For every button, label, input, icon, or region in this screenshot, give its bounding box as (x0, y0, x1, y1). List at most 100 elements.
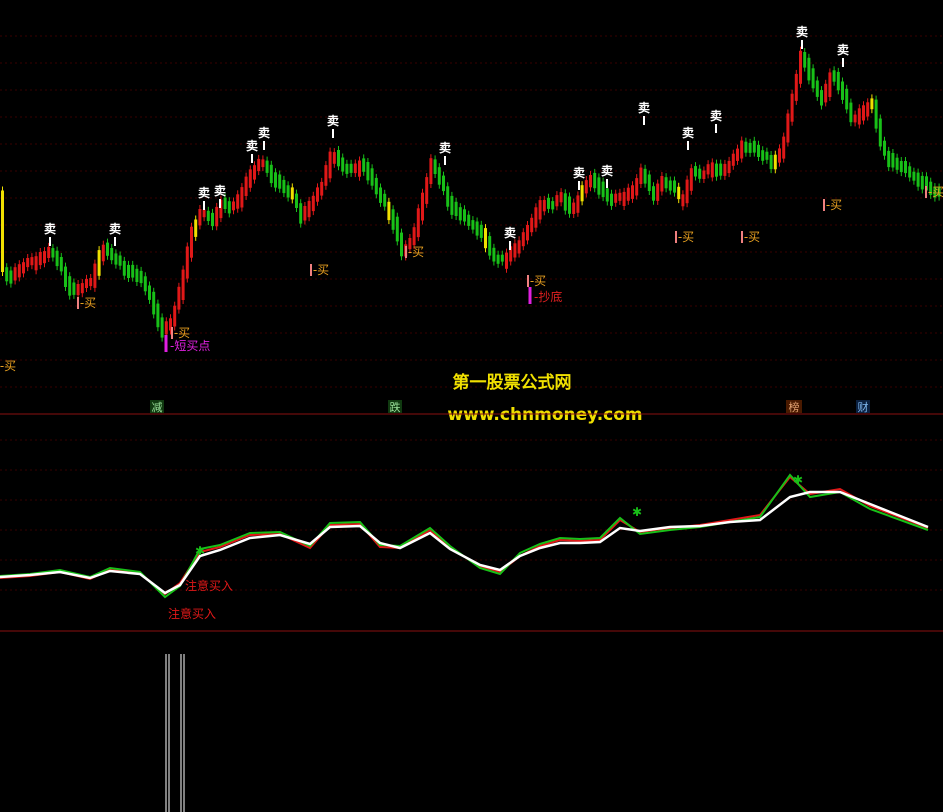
candle-body-125 (526, 225, 529, 241)
candle-body-90 (379, 187, 382, 203)
candle-body-65 (274, 172, 277, 188)
candle-body-120 (505, 252, 508, 269)
watermark-title: 第一股票公式网 (453, 372, 572, 393)
candle-body-170 (715, 163, 718, 177)
candle-body-116 (488, 236, 492, 256)
candle-body-207 (870, 98, 874, 110)
buy-signal-9: -买 (928, 185, 943, 199)
candle-body-3 (13, 267, 17, 281)
candle-body-103 (433, 159, 437, 174)
candle-body-108 (454, 201, 458, 216)
candle-body-201 (845, 88, 849, 110)
candle-body-137 (576, 195, 580, 213)
annotation-buy-1: 注意买入 (185, 578, 233, 593)
candle-body-44 (185, 246, 189, 279)
candle-body-48 (202, 209, 206, 218)
candle-body-140 (589, 175, 592, 188)
candle-body-14 (59, 257, 63, 272)
candle-body-195 (820, 90, 823, 106)
candle-body-61 (257, 158, 261, 172)
candle-body-53 (223, 197, 227, 209)
buy-signal-7: -买 (744, 230, 760, 244)
candle-body-18 (76, 284, 80, 296)
candle-body-158 (664, 177, 668, 189)
candle-body-127 (534, 207, 538, 228)
candle-body-75 (316, 187, 319, 202)
candle-body-58 (244, 176, 248, 196)
candle-body-156 (656, 183, 660, 201)
candle-body-0 (1, 190, 4, 272)
candle-body-205 (862, 105, 865, 121)
candle-body-80 (337, 150, 340, 167)
candle-body-157 (660, 176, 664, 192)
indicator-lines: ✱ ✱ ✱ (0, 473, 929, 599)
sell-signal-8: 卖 (504, 225, 516, 240)
candle-body-55 (232, 201, 235, 211)
watermark-url: www.chnmoney.com (447, 405, 642, 425)
candle-body-149 (626, 187, 630, 201)
sell-signal-4: 卖 (246, 138, 258, 153)
sell-signal-9: 卖 (573, 165, 585, 180)
candle-body-174 (731, 153, 735, 166)
indicator-series-0 (0, 475, 929, 596)
candle-body-60 (253, 165, 256, 180)
candle-body-211 (887, 150, 891, 168)
candle-body-204 (857, 108, 861, 125)
candle-body-5 (22, 262, 25, 274)
candle-body-169 (710, 162, 714, 178)
candle-body-214 (899, 161, 903, 173)
indicator-star-2: ✱ (793, 473, 803, 487)
candle-body-36 (152, 291, 156, 315)
candle-body-167 (702, 170, 706, 179)
candle-body-11 (47, 246, 51, 258)
candle-body-28 (118, 255, 122, 266)
candle-body-134 (563, 193, 567, 211)
candle-body-202 (849, 102, 853, 123)
candle-body-46 (194, 219, 198, 237)
sell-signal-12: 卖 (682, 125, 694, 140)
buy-signal-5: -买 (530, 274, 546, 288)
candle-body-171 (719, 163, 723, 176)
candle-body-21 (89, 278, 93, 287)
candle-body-56 (236, 194, 240, 209)
candle-body-70 (295, 193, 298, 208)
candle-body-126 (530, 217, 534, 233)
candle-body-200 (841, 81, 844, 100)
indicator-series-2 (0, 490, 929, 595)
candle-body-185 (778, 148, 781, 163)
candle-body-100 (421, 192, 424, 221)
candle-body-93 (391, 209, 395, 230)
candle-body-178 (748, 142, 752, 153)
sell-signal-3: 卖 (214, 183, 226, 198)
candle-body-89 (374, 177, 378, 195)
candle-body-135 (568, 196, 571, 214)
candle-body-12 (51, 248, 55, 258)
candle-body-186 (782, 136, 786, 159)
candle-body-31 (131, 264, 135, 278)
candle-body-83 (349, 163, 353, 173)
candle-body-69 (290, 187, 294, 200)
candle-body-154 (647, 174, 651, 191)
candle-body-210 (883, 140, 886, 156)
candle-body-130 (547, 197, 550, 209)
candle-body-190 (799, 50, 802, 84)
candle-body-139 (584, 180, 588, 194)
candle-body-166 (698, 168, 702, 179)
candle-body-81 (341, 157, 345, 172)
candle-body-71 (299, 203, 303, 224)
candle-body-110 (463, 209, 466, 222)
candle-body-164 (689, 168, 693, 191)
candle-body-20 (85, 278, 88, 288)
candle-body-216 (908, 166, 912, 178)
candle-body-182 (765, 151, 769, 160)
candle-body-159 (668, 180, 672, 191)
buy-signal-6: -买 (678, 230, 694, 244)
candle-body-197 (828, 72, 832, 97)
candle-body-66 (278, 174, 282, 189)
candle-body-24 (101, 244, 105, 262)
candle-body-94 (395, 216, 399, 242)
candle-body-6 (26, 258, 30, 268)
candle-body-117 (492, 247, 496, 262)
buy-signal-0: -买 (0, 359, 16, 373)
sector-tag-2: 跌 (390, 400, 401, 414)
